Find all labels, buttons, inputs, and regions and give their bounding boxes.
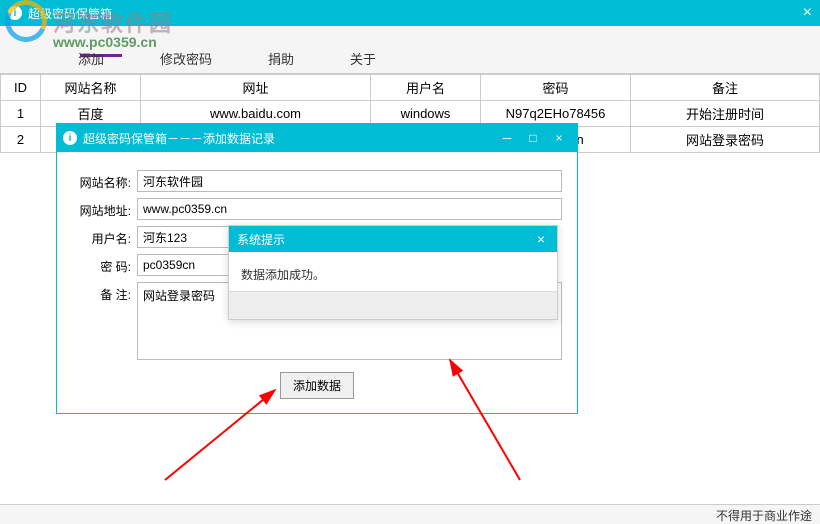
col-pass[interactable]: 密码 (481, 75, 631, 101)
site-name-input[interactable] (137, 170, 562, 192)
col-user[interactable]: 用户名 (371, 75, 481, 101)
label-note: 备 注: (69, 282, 137, 303)
alert-titlebar[interactable]: 系统提示 × (229, 226, 557, 252)
cell-note: 网站登录密码 (631, 127, 820, 153)
cell-note: 开始注册时间 (631, 101, 820, 127)
add-data-button[interactable]: 添加数据 (280, 372, 354, 399)
site-url-input[interactable] (137, 198, 562, 220)
close-icon[interactable]: × (533, 231, 549, 247)
alert-message: 数据添加成功。 (229, 252, 557, 291)
menu-modify[interactable]: 修改密码 (152, 47, 220, 70)
alert-dialog: 系统提示 × 数据添加成功。 (228, 225, 558, 320)
cell-id: 1 (1, 101, 41, 127)
menu-about[interactable]: 关于 (342, 47, 384, 70)
status-text: 不得用于商业作途 (716, 509, 812, 523)
alert-title: 系统提示 (237, 231, 533, 248)
main-titlebar: i 超级密码保管箱 × (0, 0, 820, 26)
dialog-title: 超级密码保管箱－－－添加数据记录 (83, 130, 493, 147)
label-site-url: 网站地址: (69, 198, 137, 219)
menu-add[interactable]: 添加 (70, 47, 112, 70)
label-password: 密 码: (69, 254, 137, 275)
menu-donate[interactable]: 捐助 (260, 47, 302, 70)
minimize-icon[interactable]: ─ (495, 129, 519, 147)
alert-footer (229, 291, 557, 319)
info-icon: i (63, 131, 77, 145)
col-note[interactable]: 备注 (631, 75, 820, 101)
col-name[interactable]: 网站名称 (41, 75, 141, 101)
dialog-titlebar[interactable]: i 超级密码保管箱－－－添加数据记录 ─ □ × (57, 124, 577, 152)
maximize-icon[interactable]: □ (521, 129, 545, 147)
col-url[interactable]: 网址 (141, 75, 371, 101)
label-site-name: 网站名称: (69, 170, 137, 191)
close-icon[interactable]: × (803, 4, 812, 22)
table-header-row: ID 网站名称 网址 用户名 密码 备注 (1, 75, 820, 101)
menubar: 添加 修改密码 捐助 关于 (0, 26, 820, 74)
cell-id: 2 (1, 127, 41, 153)
status-bar: 不得用于商业作途 (0, 504, 820, 524)
window-title: 超级密码保管箱 (28, 5, 112, 22)
info-icon: i (8, 6, 22, 20)
col-id[interactable]: ID (1, 75, 41, 101)
label-username: 用户名: (69, 226, 137, 247)
close-icon[interactable]: × (547, 129, 571, 147)
